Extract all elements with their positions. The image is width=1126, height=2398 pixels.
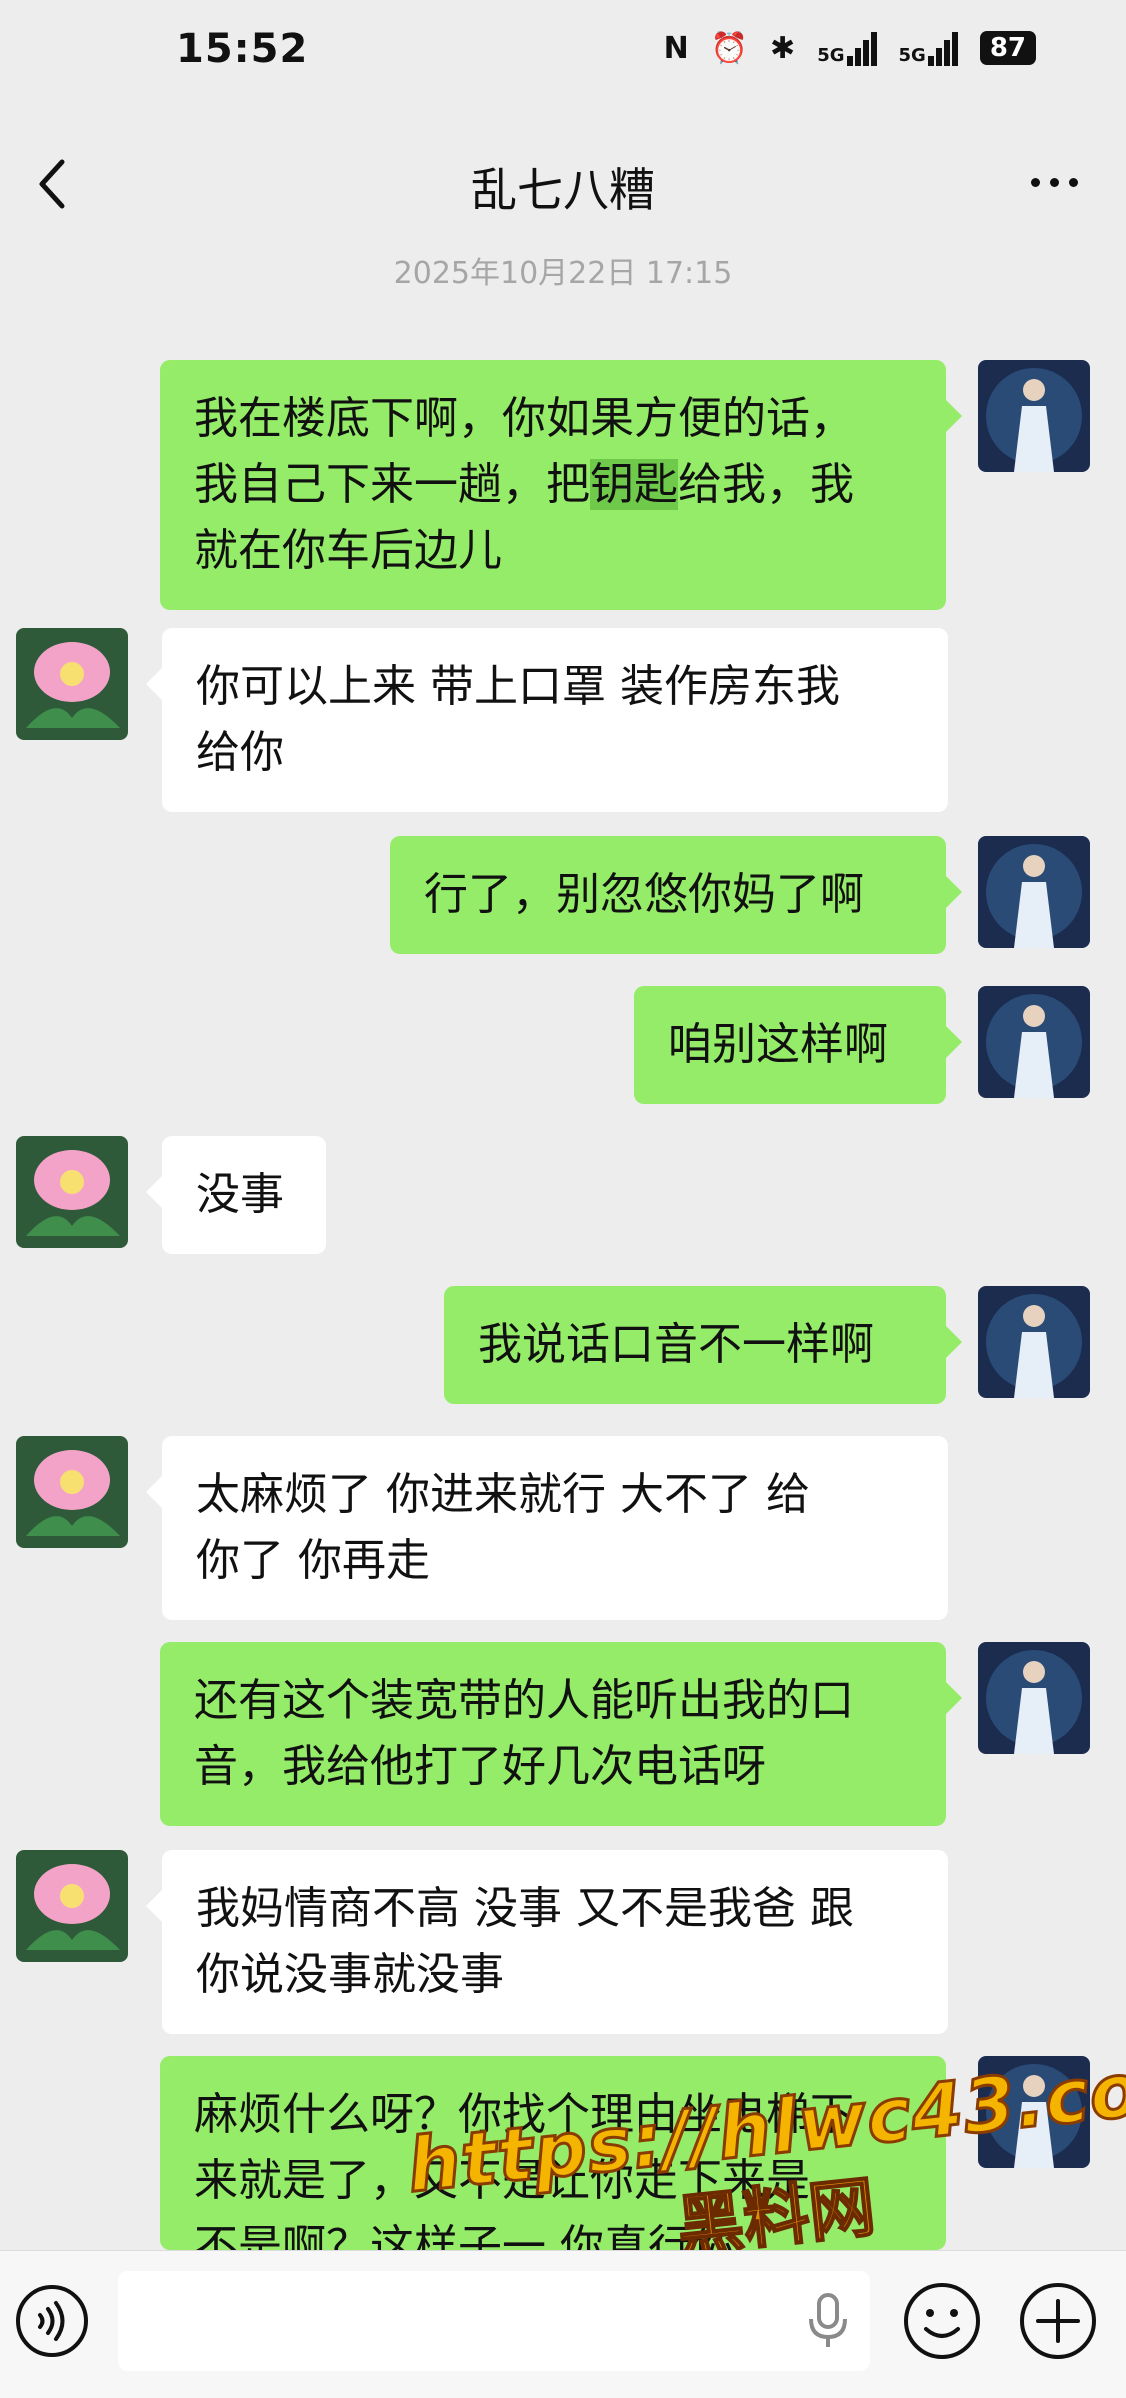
message-bubble-me[interactable]: 咱别这样啊	[634, 986, 962, 1104]
message-bubble-me[interactable]: 我在楼底下啊，你如果方便的话， 我自己下来一趟，把钥匙给我，我 就在你车后边儿	[160, 360, 962, 610]
input-bar	[0, 2250, 1126, 2398]
emoji-icon[interactable]	[902, 2281, 982, 2361]
message-input[interactable]	[118, 2271, 870, 2371]
message-line: 我自己下来一趟，把钥匙给我，我	[194, 452, 912, 518]
message-segment: 给我，我	[678, 459, 854, 510]
add-attachment-icon[interactable]	[1018, 2281, 1098, 2361]
message-bubble-me[interactable]: 还有这个装宽带的人能听出我的口 音，我给他打了好几次电话呀	[160, 1642, 962, 1826]
signal-label-1: 5G	[817, 45, 845, 66]
contact-avatar[interactable]	[16, 1850, 128, 1962]
signal-icon-2: 5G	[899, 30, 958, 66]
my-avatar[interactable]	[978, 2056, 1090, 2168]
message-line: 来就是了，又不是让你走下来是	[194, 2155, 810, 2206]
contact-avatar[interactable]	[16, 628, 128, 740]
message-line: 你可以上来 带上口罩 装作房东我	[196, 661, 840, 712]
message-line: 我说话口音不一样啊	[478, 1319, 874, 1370]
bluetooth-icon: ✱	[770, 30, 796, 66]
message-line: 麻烦什么呀？你找个理由坐电梯下	[194, 2089, 854, 2140]
message-bubble-contact[interactable]: 我妈情商不高 没事 又不是我爸 跟 你说没事就没事	[146, 1850, 948, 2034]
message-bubble-contact[interactable]: 没事	[146, 1136, 326, 1254]
battery-icon: 87	[979, 31, 1036, 65]
message-bubble-contact[interactable]: 太麻烦了 你进来就行 大不了 给 你了 你再走	[146, 1436, 948, 1620]
my-avatar[interactable]	[978, 360, 1090, 472]
message-bubble-me[interactable]: 麻烦什么呀？你找个理由坐电梯下 来就是了，又不是让你走下来是 不是啊？这样子一 …	[160, 2056, 946, 2250]
my-avatar[interactable]	[978, 1642, 1090, 1754]
more-options-icon[interactable]	[1022, 162, 1086, 202]
contact-avatar[interactable]	[16, 1136, 128, 1248]
highlighted-text: 钥匙	[590, 459, 678, 510]
status-bar: 15:52 N ⏰ ✱ 5G 5G 87	[0, 0, 1126, 110]
message-bubble-contact[interactable]: 你可以上来 带上口罩 装作房东我 给你	[146, 628, 948, 812]
message-line: 不是啊？这样子一 你真行你	[194, 2221, 736, 2250]
message-line: 太麻烦了 你进来就行 大不了 给	[196, 1469, 810, 1520]
message-line: 你说没事就没事	[196, 1949, 504, 2000]
my-avatar[interactable]	[978, 836, 1090, 948]
message-line: 我妈情商不高 没事 又不是我爸 跟	[196, 1883, 854, 1934]
message-line: 给你	[196, 727, 284, 778]
alarm-icon: ⏰	[710, 30, 749, 66]
microphone-icon[interactable]	[806, 2293, 850, 2349]
status-time: 15:52	[176, 26, 309, 72]
contact-avatar[interactable]	[16, 1436, 128, 1548]
message-segment: 我自己下来一趟，把	[194, 459, 590, 510]
message-line: 音，我给他打了好几次电话呀	[194, 1741, 766, 1792]
status-icons: N ⏰ ✱ 5G 5G 87	[664, 30, 1036, 66]
message-bubble-me[interactable]: 我说话口音不一样啊	[444, 1286, 962, 1404]
message-line: 我在楼底下啊，你如果方便的话，	[194, 393, 854, 444]
message-bubble-me[interactable]: 行了，别忽悠你妈了啊	[390, 836, 962, 954]
signal-icon-1: 5G	[817, 30, 877, 66]
chat-header: 乱七八糟	[0, 110, 1126, 260]
message-line: 还有这个装宽带的人能听出我的口	[194, 1675, 854, 1726]
my-avatar[interactable]	[978, 986, 1090, 1098]
message-line: 行了，别忽悠你妈了啊	[424, 869, 864, 920]
message-line: 你了 你再走	[196, 1535, 430, 1586]
message-line: 就在你车后边儿	[194, 525, 502, 576]
voice-mode-icon[interactable]	[14, 2283, 90, 2359]
message-line: 没事	[196, 1169, 284, 1220]
message-line: 咱别这样啊	[668, 1019, 888, 1070]
chat-title: 乱七八糟	[471, 163, 655, 217]
signal-label-2: 5G	[898, 45, 926, 66]
message-timestamp: 2025年10月22日 17:15	[393, 256, 733, 291]
my-avatar[interactable]	[978, 1286, 1090, 1398]
nfc-icon: N	[663, 30, 689, 66]
